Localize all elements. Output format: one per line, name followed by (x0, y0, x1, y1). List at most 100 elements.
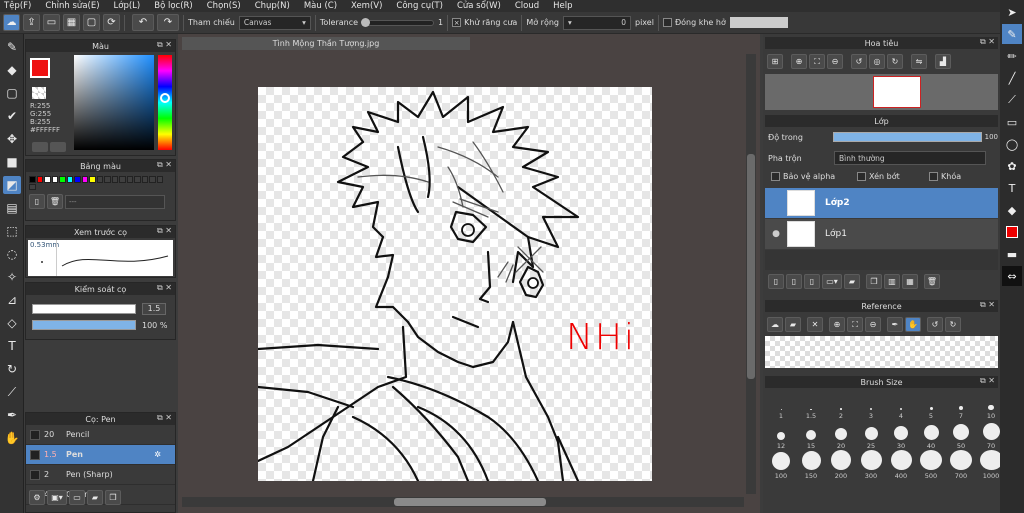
lasso-icon[interactable]: ◌ (3, 245, 21, 263)
palette-swatch[interactable] (36, 176, 43, 183)
duplicate-layer-icon[interactable]: ❐ (866, 274, 882, 289)
palette-swatch[interactable] (59, 176, 66, 183)
reference-cloud-icon[interactable]: ☁ (767, 317, 783, 332)
horizontal-scroll-thumb[interactable] (394, 498, 546, 506)
tolerance-slider[interactable] (361, 17, 435, 27)
foreground-color-swatch[interactable] (30, 58, 50, 78)
hand-icon[interactable]: ✋ (3, 429, 21, 447)
flood-fill-icon[interactable]: ✿ (1002, 156, 1022, 176)
brush-size-preset[interactable]: 1 (766, 390, 796, 420)
red-swatch[interactable] (1006, 226, 1018, 238)
close-icon[interactable]: ⧉ ✕ (980, 376, 995, 386)
color-option-button[interactable] (50, 142, 66, 152)
rectangle-icon[interactable]: ▭ (1002, 112, 1022, 132)
stroke-width-icon[interactable]: ▬ (1002, 244, 1022, 264)
close-icon[interactable]: ⧉ ✕ (157, 40, 172, 50)
brush-size-value[interactable]: 1.5 (142, 303, 166, 315)
brush-size-preset[interactable]: 25 (856, 420, 886, 450)
brush-size-preset[interactable]: 7 (946, 390, 976, 420)
pen-tool-icon[interactable]: ✎ (1002, 24, 1022, 44)
navigator-preview[interactable] (765, 74, 998, 110)
brush-size-slider[interactable] (32, 304, 136, 314)
menu-help[interactable]: Help (553, 1, 572, 11)
reference-close-icon[interactable]: ✕ (807, 317, 823, 332)
magic-wand-icon[interactable]: ✧ (3, 268, 21, 286)
horizontal-scrollbar[interactable] (182, 497, 744, 507)
reference-rotate-left-icon[interactable]: ↺ (927, 317, 943, 332)
palette-swatch[interactable] (29, 176, 36, 183)
reference-hand-icon[interactable]: ✋ (905, 317, 921, 332)
brush-icon[interactable]: ✎ (3, 38, 21, 56)
eraser-tool-icon[interactable]: ◆ (1002, 200, 1022, 220)
new-palette-icon[interactable]: ▯ (29, 194, 45, 209)
menu-select[interactable]: Chọn(S) (207, 1, 241, 11)
brush-size-preset[interactable]: 200 (826, 450, 856, 480)
expand-dropdown[interactable]: ▾ 0 (563, 15, 631, 30)
hue-slider[interactable] (158, 55, 172, 150)
menu-cloud[interactable]: Cloud (515, 1, 539, 11)
lock-checkbox[interactable] (929, 172, 938, 181)
folder-icon[interactable]: ▰ (87, 490, 103, 505)
rotate-left-icon[interactable]: ↺ (851, 54, 867, 69)
clear-layer-icon[interactable]: ▦ (902, 274, 918, 289)
menu-layer[interactable]: Lớp(L) (114, 1, 141, 11)
reference-view[interactable] (765, 336, 998, 368)
reference-dropper-icon[interactable]: ✒ (887, 317, 903, 332)
clipping-checkbox[interactable] (857, 172, 866, 181)
layer-folder-icon[interactable]: ▰ (844, 274, 860, 289)
palette-swatch[interactable] (104, 176, 111, 183)
brush-size-preset[interactable]: 30 (886, 420, 916, 450)
palette-swatch[interactable] (44, 176, 51, 183)
transparent-swatch[interactable] (32, 87, 46, 99)
reference-dropdown[interactable]: Canvas ▾ (238, 15, 311, 30)
palette-swatch[interactable] (96, 176, 103, 183)
text-icon[interactable]: T (3, 337, 21, 355)
eraser-icon[interactable]: ◆ (3, 61, 21, 79)
palette-swatch[interactable] (149, 176, 156, 183)
new-layer-1bit-icon[interactable]: ▯ (804, 274, 820, 289)
rotate-canvas-icon[interactable]: ↻ (3, 360, 21, 378)
fill-rect-icon[interactable]: ■ (3, 153, 21, 171)
brush-size-preset[interactable]: 4 (886, 390, 916, 420)
duplicate-icon[interactable]: ❐ (105, 490, 121, 505)
close-icon[interactable]: ⧉ ✕ (157, 283, 172, 293)
flip-icon[interactable]: ⇋ (911, 54, 927, 69)
brush-list-item[interactable]: 20 Pencil (26, 425, 175, 445)
brush-size-preset[interactable]: 15 (796, 420, 826, 450)
blend-mode-dropdown[interactable]: Bình thường (834, 151, 986, 165)
merge-layer-icon[interactable]: ▥ (884, 274, 900, 289)
navigator-settings-icon[interactable]: ▟ (935, 54, 951, 69)
close-icon[interactable]: ⧉ ✕ (980, 300, 995, 310)
palette-swatch[interactable] (141, 176, 148, 183)
move-icon[interactable]: ✥ (3, 130, 21, 148)
reference-rotate-right-icon[interactable]: ↻ (945, 317, 961, 332)
navigator-viewport[interactable] (873, 76, 921, 108)
delete-palette-icon[interactable]: 🗑 (47, 194, 63, 209)
check-icon[interactable]: ✔ (3, 107, 21, 125)
brush-size-preset[interactable]: 40 (916, 420, 946, 450)
menu-color[interactable]: Màu (C) (304, 1, 337, 11)
menu-view[interactable]: Xem(V) (351, 1, 382, 11)
brush-opacity-slider[interactable] (32, 320, 136, 330)
reference-zoom-fit-icon[interactable]: ⊕ (829, 317, 845, 332)
zoom-out-icon[interactable]: ⊖ (827, 54, 843, 69)
eye-icon[interactable]: ● (765, 229, 787, 239)
close-gap-checkbox[interactable] (662, 18, 672, 27)
protect-alpha-checkbox[interactable] (771, 172, 780, 181)
brush-size-preset[interactable]: 50 (946, 420, 976, 450)
layer-row[interactable]: ● Lớp1 (765, 219, 998, 249)
menu-capture[interactable]: Chụp(N) (255, 1, 290, 11)
menu-file[interactable]: Tệp(F) (4, 1, 31, 11)
reference-zoom-out-icon[interactable]: ⊖ (865, 317, 881, 332)
brush-size-preset[interactable]: 3 (856, 390, 886, 420)
brush-size-preset[interactable]: 300 (856, 450, 886, 480)
palette-swatch[interactable] (119, 176, 126, 183)
hue-handle[interactable] (160, 93, 170, 103)
brush-size-preset[interactable]: 5 (916, 390, 946, 420)
rect-select-icon[interactable]: ▢ (3, 84, 21, 102)
eyedropper-icon[interactable]: ✒ (3, 406, 21, 424)
close-icon[interactable]: ⧉ ✕ (157, 226, 172, 236)
menu-edit[interactable]: Chỉnh sửa(E) (45, 1, 99, 11)
menu-tools[interactable]: Công cụ(T) (396, 1, 443, 11)
brush-list-item[interactable]: 1.5 Pen ✲ (26, 445, 175, 465)
